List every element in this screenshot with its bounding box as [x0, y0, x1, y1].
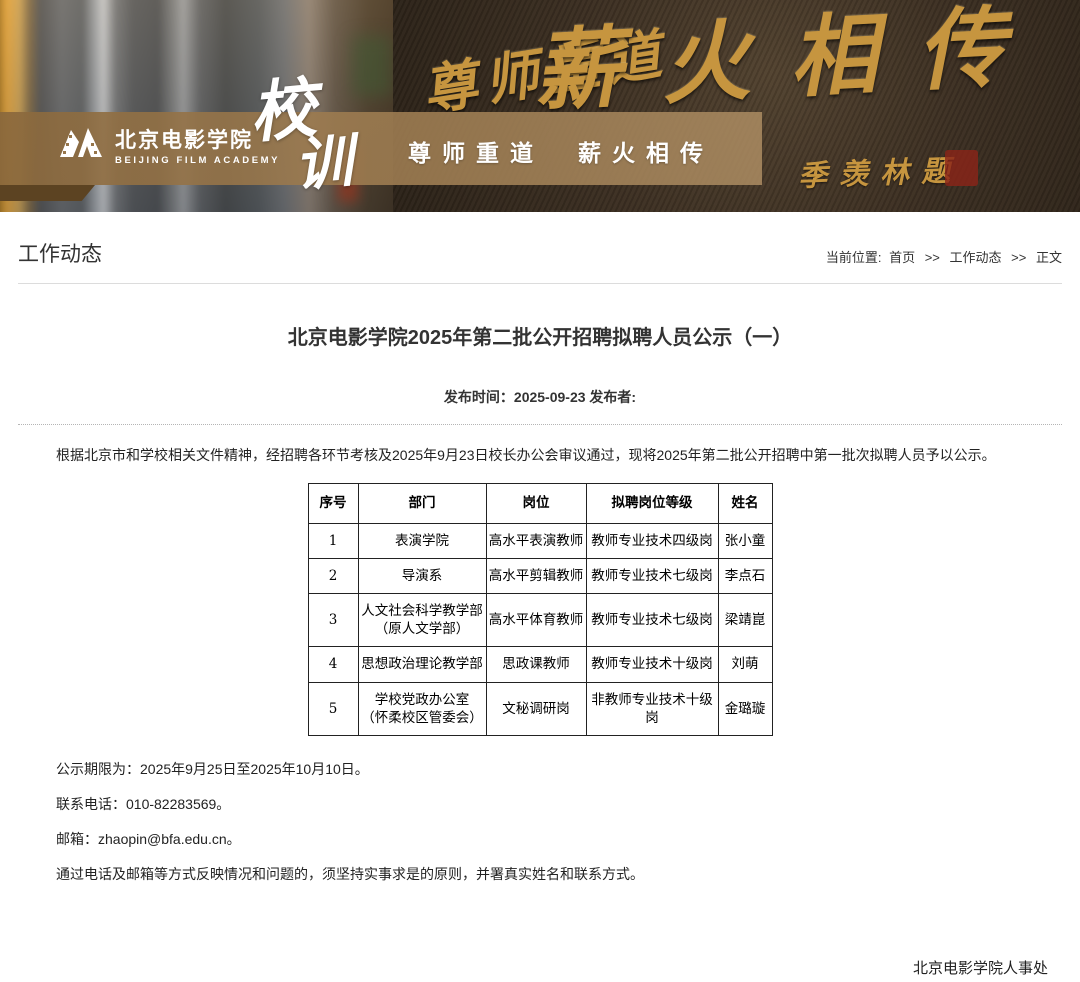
cell-grade: 教师专业技术七级岗: [585, 557, 719, 595]
table-row: 3 人文社会科学教学部 （原人文学部） 高水平体育教师 教师专业技术七级岗 梁靖…: [307, 593, 773, 648]
col-header-grade: 拟聘岗位等级: [585, 483, 719, 524]
section-header: 工作动态 当前位置: 首页 >> 工作动态 >> 正文: [0, 212, 1080, 283]
article-notes: 公示期限为：2025年9月25日至2025年10月10日。 联系电话：010-8…: [28, 759, 1052, 885]
cell-dept: 导演系: [357, 557, 487, 595]
banner-band-fold: [0, 185, 95, 201]
cell-grade: 教师专业技术十级岗: [585, 646, 719, 683]
breadcrumb-separator: >>: [1011, 250, 1027, 265]
table-header-row: 序号 部门 岗位 拟聘岗位等级 姓名: [307, 483, 773, 524]
cell-name: 刘萌: [717, 646, 773, 683]
cell-name: 张小童: [717, 522, 773, 559]
cell-grade: 非教师专业技术十级岗: [585, 681, 719, 737]
table-row: 1 表演学院 高水平表演教师 教师专业技术四级岗 张小童: [307, 522, 773, 559]
breadcrumb-label: 当前位置:: [825, 250, 882, 265]
note-publicity-period: 公示期限为：2025年9月25日至2025年10月10日。: [56, 761, 369, 778]
article-title: 北京电影学院2025年第二批公开招聘拟聘人员公示（一）: [287, 327, 793, 349]
cell-no: 1: [307, 522, 359, 559]
note-feedback-rule: 通过电话及邮箱等方式反映情况和问题的，须坚持实事求是的原则，并署真实姓名和联系方…: [56, 866, 644, 883]
cell-post: 高水平表演教师: [485, 522, 587, 559]
cell-dept: 学校党政办公室 （怀柔校区管委会）: [357, 681, 487, 737]
cell-dept: 思想政治理论教学部: [357, 646, 487, 683]
cell-post: 高水平剪辑教师: [485, 557, 587, 595]
cell-name: 梁靖崑: [717, 593, 773, 648]
col-header-name: 姓名: [717, 483, 773, 524]
banner: 尊师重道 薪火相传 季羡林题 北京电影学院 BEIJING FILM ACADE…: [0, 0, 1080, 212]
cell-name: 金璐璇: [717, 681, 773, 737]
breadcrumb-current: 正文: [1035, 250, 1062, 265]
divider: [18, 283, 1062, 284]
cell-post: 文秘调研岗: [485, 681, 587, 737]
breadcrumb-section-link[interactable]: 工作动态: [950, 250, 1002, 265]
col-header-post: 岗位: [485, 483, 587, 524]
banner-band: [0, 112, 762, 185]
table-row: 2 导演系 高水平剪辑教师 教师专业技术七级岗 李点石: [307, 557, 773, 595]
cell-post: 高水平体育教师: [485, 593, 587, 648]
signature-org: 北京电影学院人事处: [912, 960, 1048, 978]
cell-name: 李点石: [717, 557, 773, 595]
breadcrumb-home-link[interactable]: 首页: [889, 250, 915, 265]
stone-signature: 季羡林题: [797, 153, 963, 193]
cell-post: 思政课教师: [485, 646, 587, 683]
article-intro: 根据北京市和学校相关文件精神，经招聘各环节考核及2025年9月23日校长办公会审…: [56, 447, 996, 463]
breadcrumb-separator: >>: [924, 250, 940, 265]
cell-dept: 人文社会科学教学部 （原人文学部）: [357, 593, 487, 648]
col-header-no: 序号: [307, 483, 359, 524]
stone-engraving-main: 薪火相传: [530, 0, 1048, 124]
article-signature: 北京电影学院人事处 2025年9月25日: [0, 957, 1080, 982]
note-phone: 联系电话：010-82283569。: [56, 796, 231, 813]
note-email: 邮箱：zhaopin@bfa.edu.cn。: [56, 831, 241, 848]
col-header-dept: 部门: [357, 483, 487, 524]
cell-grade: 教师专业技术四级岗: [585, 522, 719, 559]
table-row: 5 学校党政办公室 （怀柔校区管委会） 文秘调研岗 非教师专业技术十级岗 金璐璇: [307, 681, 773, 737]
page: 尊师重道 薪火相传 季羡林题 北京电影学院 BEIJING FILM ACADE…: [0, 0, 1080, 982]
dotted-divider: [18, 424, 1062, 425]
cell-no: 5: [307, 681, 359, 737]
breadcrumb: 当前位置: 首页 >> 工作动态 >> 正文: [826, 247, 1062, 268]
cell-dept: 表演学院: [357, 522, 487, 559]
table-row: 4 思想政治理论教学部 思政课教师 教师专业技术十级岗 刘萌: [307, 646, 773, 683]
red-seal: [945, 150, 978, 186]
candidates-table: 序号 部门 岗位 拟聘岗位等级 姓名 1 表演学院 高水平表演教师 教师专业技术…: [307, 483, 773, 737]
cell-grade: 教师专业技术七级岗: [585, 593, 719, 648]
cell-no: 3: [307, 593, 359, 648]
page-title: 工作动态: [18, 243, 102, 266]
cell-no: 4: [307, 646, 359, 683]
cell-no: 2: [307, 557, 359, 595]
article-meta: 发布时间：2025-09-23 发布者:: [443, 389, 637, 405]
foliage-blob: [352, 36, 392, 96]
